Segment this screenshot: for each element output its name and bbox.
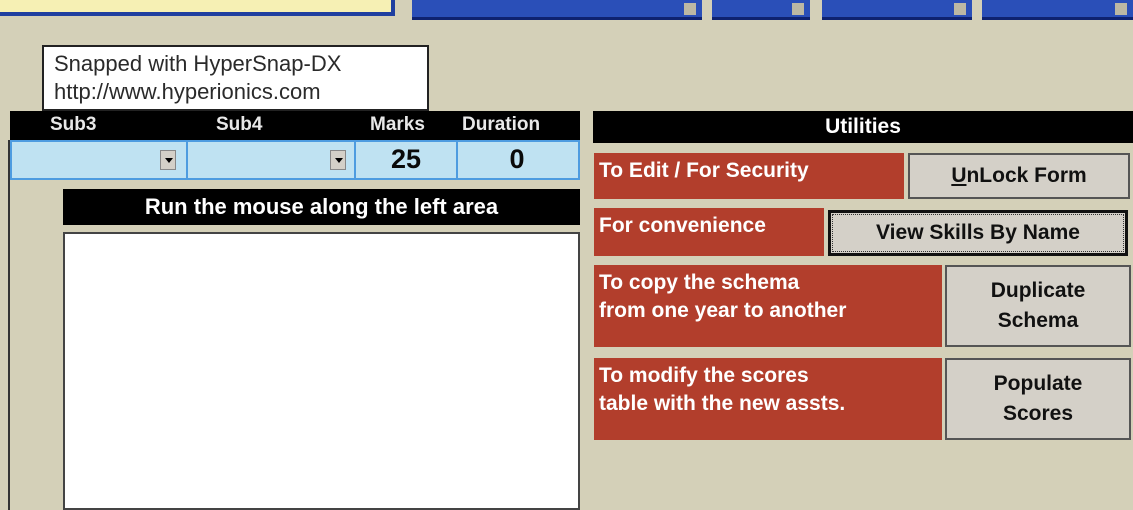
modify-scores-label-line1: To modify the scores [599,364,809,387]
top-combo-3-button[interactable] [954,3,966,15]
sub3-combo[interactable] [12,142,182,178]
copy-schema-label-line1: To copy the schema [599,271,800,294]
view-skills-by-name-button[interactable]: View Skills By Name [828,210,1128,256]
sub4-dropdown-button[interactable] [330,150,346,170]
top-combo-1-button[interactable] [684,3,696,15]
unlock-form-label: nLock Form [966,164,1087,187]
marks-field[interactable]: 25 [356,141,456,179]
convenience-label: For convenience [594,208,824,256]
chevron-down-icon [335,158,343,163]
col-header-marks: Marks [370,114,425,135]
unlock-form-button[interactable]: UnLock Form [908,153,1130,199]
top-field-yellow[interactable] [0,0,395,16]
sub3-dropdown-button[interactable] [160,150,176,170]
top-combo-1[interactable] [412,0,702,20]
duplicate-schema-button[interactable]: Duplicate Schema [945,265,1131,347]
duplicate-schema-label-line1: Duplicate [990,279,1086,302]
tooltip-line1: Snapped with HyperSnap-DX [54,51,342,76]
copy-schema-label-line2: from one year to another [599,299,847,322]
copy-schema-label: To copy the schema from one year to anot… [594,265,942,347]
duplicate-schema-label-line2: Schema [997,309,1079,332]
populate-scores-label-line2: Scores [1002,402,1074,425]
run-area-heading: Run the mouse along the left area [63,189,580,225]
utilities-heading: Utilities [593,111,1133,143]
col-header-sub4: Sub4 [216,114,263,135]
top-combo-2[interactable] [712,0,810,20]
left-scroll-edge [0,140,10,510]
modify-scores-label: To modify the scores table with the new … [594,358,942,440]
edit-security-label: To Edit / For Security [594,153,904,199]
modify-scores-label-line2: table with the new assts. [599,392,846,415]
populate-scores-button[interactable]: Populate Scores [945,358,1131,440]
chevron-down-icon [165,158,173,163]
duration-field[interactable]: 0 [458,141,576,179]
sub4-combo[interactable] [189,142,349,178]
col-header-sub3: Sub3 [50,114,97,135]
tooltip-line2: http://www.hyperionics.com [54,79,321,104]
top-combo-4[interactable] [982,0,1133,20]
top-combo-4-button[interactable] [1115,3,1127,15]
access-key-letter: U [951,164,967,187]
top-combo-2-button[interactable] [792,3,804,15]
cell-divider [186,141,188,179]
top-combo-3[interactable] [822,0,972,20]
snapshot-tooltip: Snapped with HyperSnap-DX http://www.hyp… [42,45,429,111]
col-header-duration: Duration [462,114,541,135]
hover-area-box[interactable] [63,232,580,510]
populate-scores-label-line1: Populate [993,372,1083,395]
